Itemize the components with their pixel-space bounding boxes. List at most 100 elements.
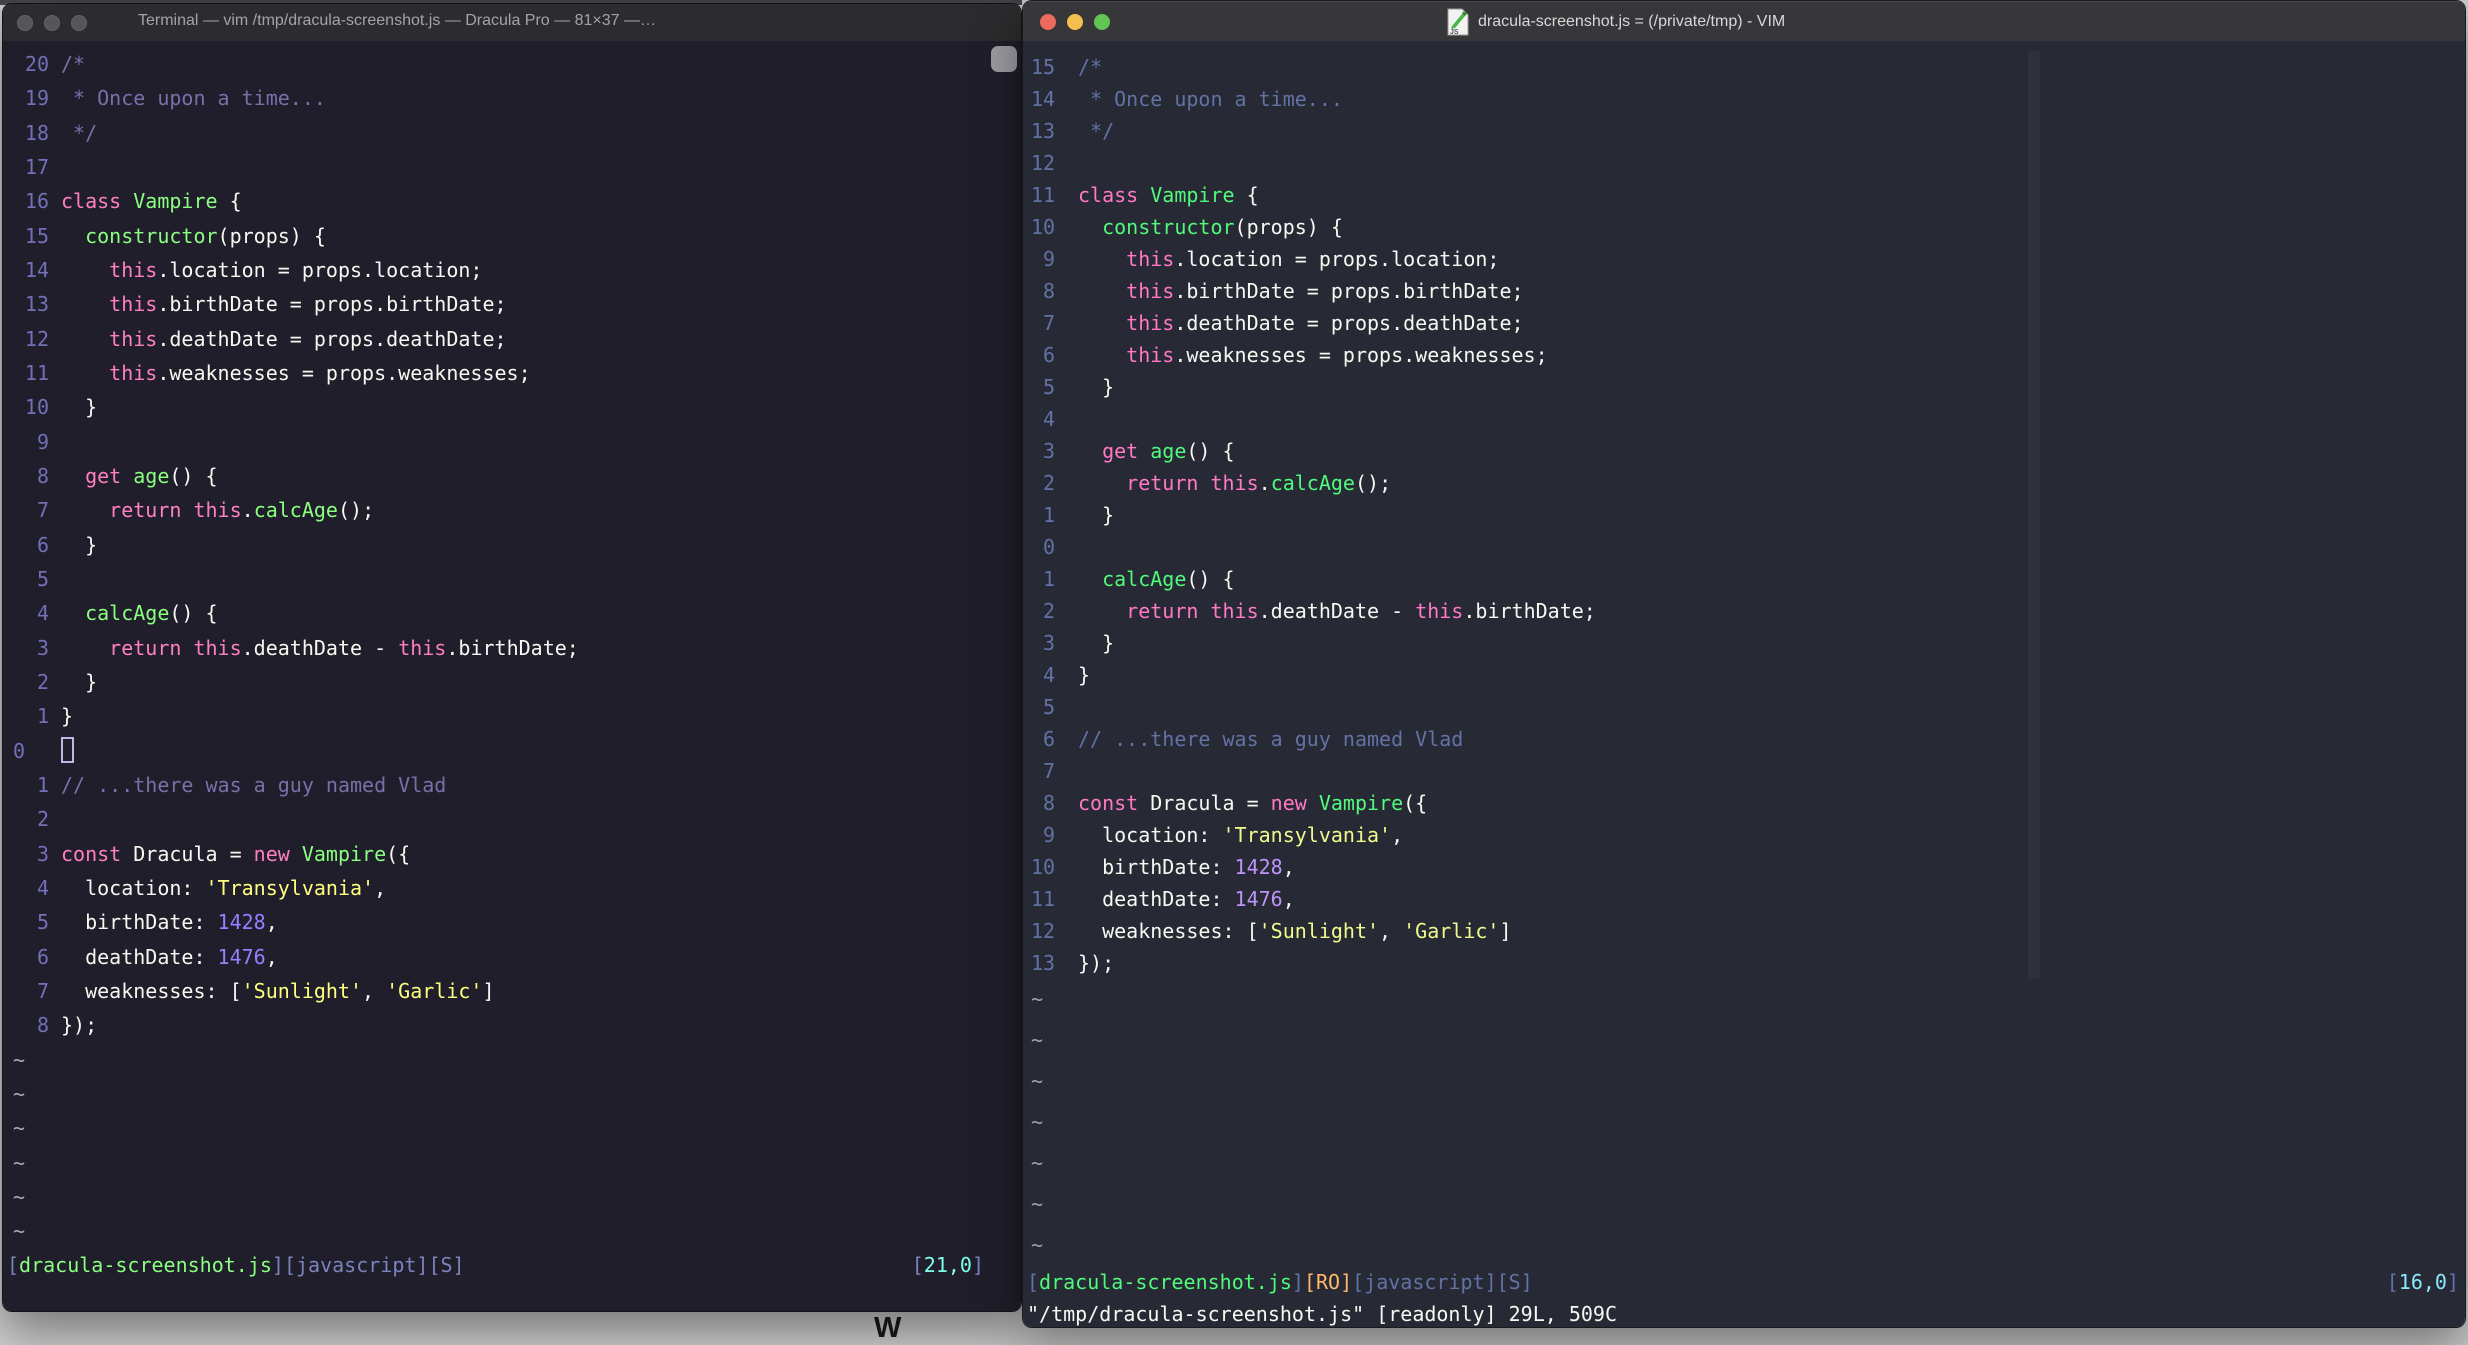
- macvim-titlebar[interactable]: JS dracula-screenshot.js = (/private/tmp…: [1023, 1, 2465, 43]
- code-token: this: [109, 326, 158, 351]
- macvim-editor[interactable]: 15/* 14 * Once upon a time... 13 */12 11 cla…: [1023, 41, 2465, 1327]
- line-number: 13: [1031, 119, 1056, 143]
- tilde-line: ~: [1023, 1143, 2465, 1184]
- code-token: deathDate:: [1078, 887, 1235, 911]
- line-number: 7: [36, 498, 49, 523]
- zoom-button-icon[interactable]: [71, 14, 87, 31]
- line-number: 12: [1031, 151, 1056, 175]
- code-line: 5 }: [1023, 371, 2465, 403]
- macvim-window-title: dracula-screenshot.js = (/private/tmp) -…: [1478, 13, 1786, 30]
- tilde-line: ~: [1023, 1225, 2465, 1266]
- code-line: 6 }: [3, 528, 1021, 562]
- tilde-marker: ~: [1031, 1192, 1044, 1216]
- line-number: 7: [1042, 311, 1055, 335]
- vim-statusline: [dracula-screenshot.js][javascript][S] [2…: [3, 1248, 1021, 1282]
- code-line: 13 this.birthDate = props.birthDate;: [3, 287, 1021, 321]
- code-token: Vampire: [133, 189, 218, 214]
- line-number: 2: [1042, 471, 1055, 495]
- code-token: 'Transylvania': [1222, 823, 1392, 847]
- close-button-icon[interactable]: [17, 14, 33, 31]
- terminal-scrollbar-thumb[interactable]: [991, 46, 1017, 72]
- code-token: birthDate:: [61, 910, 218, 935]
- code-token: return: [1126, 471, 1199, 495]
- code-token: ({: [386, 841, 411, 866]
- vim-statusline: [dracula-screenshot.js][RO][javascript][…: [1023, 1266, 2465, 1298]
- line-number: 1: [1042, 503, 1055, 527]
- tilde-marker: ~: [1031, 1110, 1044, 1134]
- code-token: ]: [1499, 919, 1512, 943]
- code-token: const: [61, 841, 122, 866]
- tilde-marker: ~: [13, 1184, 26, 1209]
- minimize-button-icon[interactable]: [44, 14, 60, 31]
- terminal-titlebar[interactable]: Terminal — vim /tmp/dracula-screenshot.j…: [3, 4, 1021, 42]
- code-token: this: [1415, 599, 1464, 623]
- code-line: 10 }: [3, 390, 1021, 424]
- line-number: 11: [1031, 887, 1056, 911]
- line-number: 19: [24, 86, 49, 111]
- code-token: ]: [2446, 1270, 2459, 1294]
- code-token: */: [1078, 119, 1115, 143]
- code-token: ,: [1379, 919, 1404, 943]
- line-number: 14: [1031, 87, 1056, 111]
- code-token: 'Sunlight': [241, 978, 363, 1003]
- code-token: }: [1078, 631, 1115, 655]
- tilde-line: ~: [1023, 1020, 2465, 1061]
- code-token: calcAge: [1102, 567, 1187, 591]
- code-token: */: [61, 120, 98, 145]
- line-number: 8: [1042, 791, 1055, 815]
- code-token: Vampire: [1150, 183, 1235, 207]
- line-number: 4: [36, 601, 49, 626]
- tilde-marker: ~: [1031, 1028, 1044, 1052]
- line-number: 13: [24, 292, 49, 317]
- code-token: .deathDate -: [241, 635, 399, 660]
- code-line: 9 this.location = props.location;: [1023, 243, 2465, 275]
- vim-cmdline: "/tmp/dracula-screenshot.js" [readonly] …: [1023, 1298, 2465, 1327]
- line-number: 5: [36, 910, 49, 935]
- code-token: get: [85, 463, 122, 488]
- code-token: .deathDate = props.deathDate;: [1174, 311, 1524, 335]
- code-line: 3 return this.deathDate - this.birthDate…: [3, 631, 1021, 665]
- code-line: 13});: [1023, 947, 2465, 979]
- code-token: [: [2386, 1270, 2399, 1294]
- tilde-line: ~: [1023, 979, 2465, 1020]
- line-number: 0: [13, 738, 26, 763]
- line-number: 13: [1031, 951, 1056, 975]
- line-number: 1: [36, 772, 49, 797]
- code-line: 11 this.weaknesses = props.weaknesses;: [3, 356, 1021, 390]
- close-button-icon[interactable]: [1040, 14, 1056, 30]
- code-token: ,: [1391, 823, 1404, 847]
- line-number: 12: [1031, 919, 1056, 943]
- code-token: }: [1078, 375, 1115, 399]
- code-line: 7: [1023, 755, 2465, 787]
- tilde-line: ~: [1023, 1061, 2465, 1102]
- code-token: (props) {: [217, 223, 326, 248]
- line-number: 1: [36, 704, 49, 729]
- code-token: class: [1078, 183, 1139, 207]
- code-token: 'Garlic': [386, 978, 483, 1003]
- line-number: 5: [1042, 695, 1055, 719]
- code-token: });: [1078, 951, 1115, 975]
- terminal-window: Terminal — vim /tmp/dracula-screenshot.j…: [2, 3, 1022, 1312]
- svg-text:JS: JS: [1450, 29, 1459, 36]
- code-token: .birthDate = props.birthDate;: [1174, 279, 1524, 303]
- code-token: ,: [1282, 887, 1295, 911]
- code-token: ,: [1282, 855, 1295, 879]
- zoom-button-icon[interactable]: [1094, 14, 1110, 30]
- code-token: age: [133, 463, 170, 488]
- code-token: ][javascript][S]: [271, 1253, 465, 1278]
- line-number: 5: [36, 566, 49, 591]
- code-token: .weaknesses = props.weaknesses;: [1174, 343, 1548, 367]
- terminal-vim-editor[interactable]: 20/* 19 * Once upon a time... 18 */17 16 cla…: [3, 41, 1021, 1311]
- line-number: 11: [1031, 183, 1056, 207]
- code-token: ({: [1403, 791, 1428, 815]
- tilde-line: ~: [3, 1146, 1021, 1180]
- code-token: .location = props.location;: [157, 257, 483, 282]
- minimize-button-icon[interactable]: [1067, 14, 1083, 30]
- code-line: 7 weaknesses: ['Sunlight', 'Garlic']: [3, 974, 1021, 1008]
- desktop: { "desktop": { "bg": "#CFCFD1", "top_str…: [0, 0, 2468, 1344]
